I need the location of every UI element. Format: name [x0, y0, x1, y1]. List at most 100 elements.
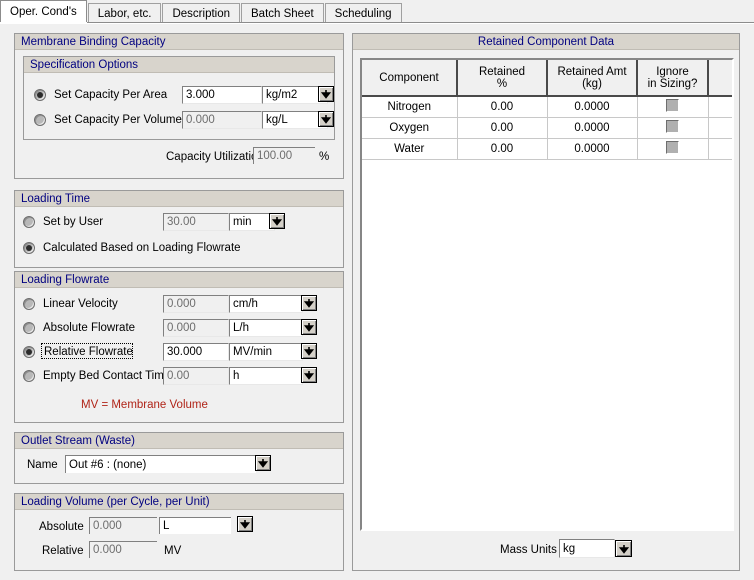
- chevron-down-icon: [258, 459, 268, 468]
- active-tab-underlap: [0, 22, 87, 23]
- dropdown-empty-bed-contact-time-unit-button[interactable]: [301, 367, 317, 383]
- input-empty-bed-contact-time-value[interactable]: 0.00: [163, 367, 229, 385]
- cell-ignore-in-sizing[interactable]: [637, 138, 709, 160]
- label-capacity-utilization: Capacity Utilization: [166, 151, 264, 163]
- group-outlet-stream-waste: Outlet Stream (Waste) Name Out #6 : (non…: [14, 432, 344, 484]
- input-absolute-flowrate-unit[interactable]: L/h: [229, 319, 303, 337]
- input-absolute-flowrate-value[interactable]: 0.000: [163, 319, 229, 337]
- dropdown-relative-flowrate-unit-button[interactable]: [301, 343, 317, 359]
- header-line2: (kg): [582, 77, 602, 90]
- chevron-down-icon: [304, 347, 314, 356]
- input-empty-bed-contact-time-unit[interactable]: h: [229, 367, 303, 385]
- label-empty-bed-contact-time: Empty Bed Contact Time: [43, 370, 171, 382]
- dropdown-linear-velocity-unit-button[interactable]: [301, 295, 317, 311]
- dropdown-mass-units-button[interactable]: [615, 540, 632, 557]
- group-header: Retained Component Data: [353, 34, 739, 50]
- radio-set-capacity-per-area[interactable]: [34, 89, 46, 101]
- cell-retained-amt[interactable]: 0.0000: [547, 138, 638, 160]
- column-header-component[interactable]: Component: [362, 60, 458, 97]
- label-linear-velocity: Linear Velocity: [43, 298, 118, 310]
- cell-component[interactable]: Oxygen: [362, 117, 458, 139]
- dropdown-loading-time-unit-button[interactable]: [269, 213, 285, 229]
- radio-loading-time-set-by-user[interactable]: [23, 216, 35, 228]
- table-row[interactable]: Water 0.00 0.0000: [362, 138, 732, 160]
- input-loading-volume-relative-value[interactable]: 0.000: [89, 541, 157, 558]
- tab-description[interactable]: Description: [162, 3, 241, 23]
- dropdown-capacity-per-volume-unit-button[interactable]: [318, 111, 334, 127]
- input-loading-volume-absolute-unit[interactable]: L: [159, 517, 231, 534]
- header-line1: Component: [379, 71, 439, 84]
- group-loading-time: Loading Time Set by User 30.00 min Calcu…: [14, 190, 344, 268]
- tab-oper-conds[interactable]: Oper. Cond's: [0, 0, 87, 23]
- cell-component[interactable]: Water: [362, 138, 458, 160]
- operating-conditions-page: Membrane Binding Capacity Specification …: [0, 23, 754, 580]
- group-retained-component-data: Retained Component Data Component Retain…: [352, 33, 740, 571]
- checkbox-ignore-in-sizing[interactable]: [666, 98, 679, 112]
- cell-component[interactable]: Nitrogen: [362, 96, 458, 118]
- input-capacity-utilization[interactable]: 100.00: [253, 147, 315, 164]
- cell-retained-pct[interactable]: 0.00: [457, 117, 548, 139]
- tab-strip: Oper. Cond's Labor, etc. Description Bat…: [0, 0, 754, 24]
- tab-label: Oper. Cond's: [10, 5, 77, 18]
- checkbox-ignore-in-sizing[interactable]: [666, 140, 679, 154]
- dropdown-capacity-per-area-unit-button[interactable]: [318, 86, 334, 102]
- group-header: Outlet Stream (Waste): [15, 433, 343, 449]
- group-loading-volume: Loading Volume (per Cycle, per Unit) Abs…: [14, 493, 344, 571]
- label-mass-units: Mass Units: [500, 544, 557, 556]
- tab-list: Oper. Cond's Labor, etc. Description Bat…: [0, 0, 403, 23]
- group-membrane-binding-capacity: Membrane Binding Capacity Specification …: [14, 33, 344, 179]
- chevron-down-icon: [321, 115, 331, 124]
- input-linear-velocity-value[interactable]: 0.000: [163, 295, 229, 313]
- dropdown-loading-volume-absolute-unit-button[interactable]: [237, 516, 253, 532]
- tab-labor-etc[interactable]: Labor, etc.: [87, 3, 162, 23]
- header-line2: %: [496, 77, 508, 90]
- table-row[interactable]: Nitrogen 0.00 0.0000: [362, 96, 732, 118]
- group-header: Loading Time: [15, 191, 343, 207]
- chevron-down-icon: [272, 217, 282, 226]
- radio-set-capacity-per-volume[interactable]: [34, 114, 46, 126]
- chevron-down-icon: [304, 323, 314, 332]
- input-relative-flowrate-unit[interactable]: MV/min: [229, 343, 303, 361]
- input-loading-time-value[interactable]: 30.00: [163, 213, 229, 231]
- input-linear-velocity-unit[interactable]: cm/h: [229, 295, 303, 313]
- chevron-down-icon: [618, 544, 629, 554]
- cell-spacer: [708, 138, 732, 160]
- label-set-capacity-per-volume: Set Capacity Per Volume: [54, 114, 182, 126]
- tab-label: Batch Sheet: [251, 7, 314, 20]
- label-capacity-utilization-unit: %: [319, 151, 330, 163]
- radio-linear-velocity[interactable]: [23, 298, 35, 310]
- label-loading-volume-relative-unit: MV: [164, 545, 182, 557]
- cell-ignore-in-sizing[interactable]: [637, 96, 709, 118]
- radio-loading-time-calculated[interactable]: [23, 242, 35, 254]
- tab-label: Description: [172, 7, 231, 20]
- cell-retained-amt[interactable]: 0.0000: [547, 96, 638, 118]
- column-header-spacer: [708, 60, 732, 97]
- checkbox-ignore-in-sizing[interactable]: [666, 119, 679, 133]
- input-mass-units[interactable]: kg: [559, 539, 615, 558]
- input-capacity-per-area-value[interactable]: 3.000: [182, 86, 262, 104]
- input-loading-volume-absolute-value[interactable]: 0.000: [89, 517, 157, 534]
- input-capacity-per-volume-value[interactable]: 0.000: [182, 111, 262, 129]
- radio-empty-bed-contact-time[interactable]: [23, 370, 35, 382]
- radio-absolute-flowrate[interactable]: [23, 322, 35, 334]
- chevron-down-icon: [321, 90, 331, 99]
- cell-ignore-in-sizing[interactable]: [637, 117, 709, 139]
- tab-batch-sheet[interactable]: Batch Sheet: [241, 3, 324, 23]
- table-row[interactable]: Oxygen 0.00 0.0000: [362, 117, 732, 139]
- cell-retained-amt[interactable]: 0.0000: [547, 117, 638, 139]
- column-header-retained-amt[interactable]: Retained Amt (kg): [547, 60, 638, 97]
- cell-retained-pct[interactable]: 0.00: [457, 138, 548, 160]
- cell-retained-pct[interactable]: 0.00: [457, 96, 548, 118]
- retained-component-table[interactable]: Component Retained % Retained Amt (kg) I…: [360, 58, 734, 531]
- group-loading-flowrate: Loading Flowrate Linear Velocity 0.000 c…: [14, 271, 344, 423]
- dropdown-outlet-stream-name-button[interactable]: [255, 455, 271, 471]
- chevron-down-icon: [304, 299, 314, 308]
- label-loading-time-set-by-user: Set by User: [43, 216, 104, 228]
- input-outlet-stream-name[interactable]: Out #6 : (none): [65, 455, 256, 473]
- radio-relative-flowrate[interactable]: [23, 346, 35, 358]
- dropdown-absolute-flowrate-unit-button[interactable]: [301, 319, 317, 335]
- tab-scheduling[interactable]: Scheduling: [324, 3, 402, 23]
- column-header-ignore-in-sizing[interactable]: Ignore in Sizing?: [637, 60, 709, 97]
- input-relative-flowrate-value[interactable]: 30.000: [163, 343, 229, 361]
- column-header-retained-pct[interactable]: Retained %: [457, 60, 548, 97]
